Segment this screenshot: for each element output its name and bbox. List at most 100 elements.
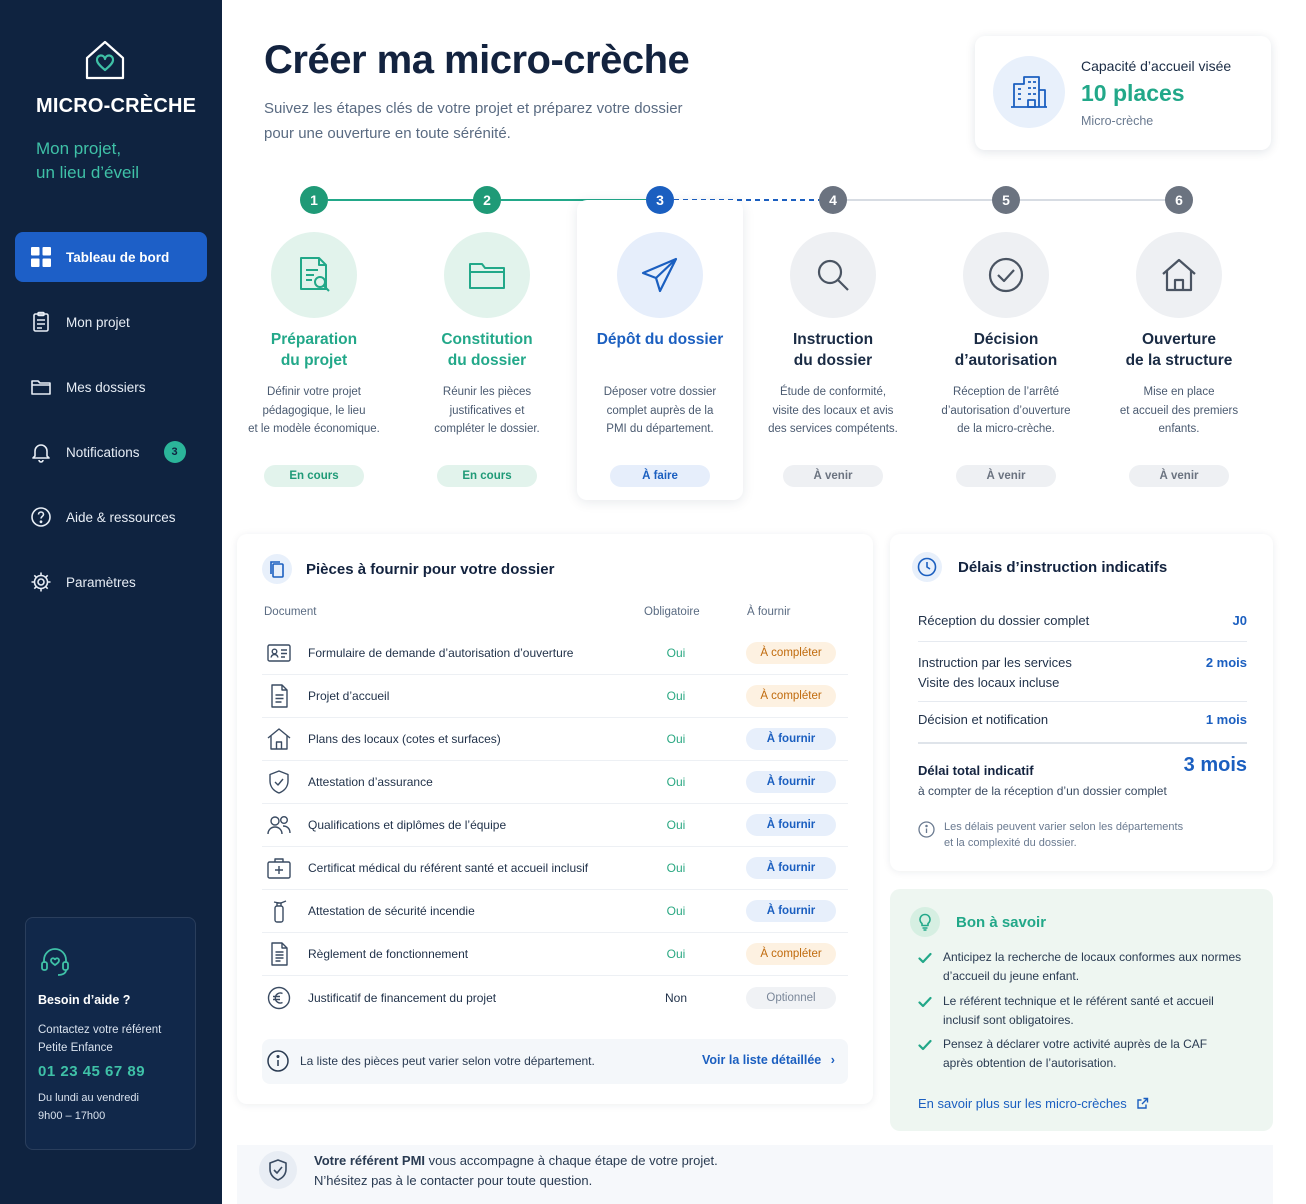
step-title-line-2: de la structure xyxy=(1125,352,1233,369)
check-icon xyxy=(918,996,932,1008)
document-status-badge[interactable]: À compléter xyxy=(746,943,836,965)
step-number: 5 xyxy=(992,186,1020,214)
pmi-text: Votre référent PMI vous accompagne à cha… xyxy=(314,1151,718,1191)
step-description-line-2: justificatives et xyxy=(449,404,525,417)
document-status-badge[interactable]: À compléter xyxy=(746,685,836,707)
document-status-badge[interactable]: À fournir xyxy=(746,857,836,879)
document-name: Certificat médical du référent santé et … xyxy=(308,861,589,875)
tips-title: Bon à savoir xyxy=(956,913,1047,931)
step-decision[interactable]: 5 Décision d’autorisation Réception de l’… xyxy=(923,186,1089,510)
sidebar-item-label: Aide & ressources xyxy=(66,509,176,525)
step-description-line-3: des services compétents. xyxy=(768,423,898,435)
documents-footer-text: La liste des pièces peut varier selon vo… xyxy=(300,1054,595,1068)
documents-card: Pièces à fournir pour votre dossier Docu… xyxy=(237,534,873,1104)
tips-card: Bon à savoir Anticipez la recherche de l… xyxy=(890,889,1273,1131)
document-status-badge[interactable]: À fournir xyxy=(746,771,836,793)
capacity-label: Capacité d’accueil visée xyxy=(1081,58,1232,74)
document-status-badge[interactable]: À fournir xyxy=(746,900,836,922)
step-number: 4 xyxy=(819,186,847,214)
step-depot[interactable]: 3 Dépôt du dossier Déposer votre dossier… xyxy=(577,186,743,510)
external-link-icon xyxy=(1137,1097,1149,1109)
check-icon xyxy=(918,952,932,964)
step-status-badge: À venir xyxy=(1129,465,1229,487)
sidebar-item-folders[interactable]: Mes dossiers xyxy=(15,362,207,412)
detailed-list-link[interactable]: Voir la liste détaillée › xyxy=(702,1053,835,1067)
delay-sublabel: Visite des locaux incluse xyxy=(918,675,1060,690)
table-row[interactable]: Formulaire de demande d’autorisation d’o… xyxy=(262,632,848,675)
shield-check-icon xyxy=(259,1151,297,1189)
sidebar-item-project[interactable]: Mon projet xyxy=(15,297,207,347)
delay-total-sublabel: à compter de la réception d’un dossier c… xyxy=(918,784,1167,798)
step-description-line-1: Définir votre projet xyxy=(267,386,361,398)
step-status-badge: En cours xyxy=(264,465,364,487)
step-title-line-1: Instruction xyxy=(792,331,874,348)
document-required: Non xyxy=(664,990,687,1005)
tagline: Mon projet, un lieu d’éveil xyxy=(36,137,139,185)
page-title: Créer ma micro-crèche xyxy=(264,38,690,82)
sidebar-item-settings[interactable]: Paramètres xyxy=(15,557,207,607)
delay-row: Instruction par les services Visite des … xyxy=(918,653,1247,693)
delay-row: Décision et notification 1 mois xyxy=(918,710,1247,730)
sidebar-item-dashboard[interactable]: Tableau de bord xyxy=(15,232,207,282)
sidebar-item-help[interactable]: Aide & ressources xyxy=(15,492,207,542)
step-title-line-1: Dépôt du dossier xyxy=(596,331,724,348)
step-title: Décision d’autorisation xyxy=(923,329,1089,371)
document-status-badge[interactable]: Optionnel xyxy=(746,986,836,1009)
house-icon xyxy=(1136,232,1222,318)
delay-label: Réception du dossier complet xyxy=(918,613,1090,628)
table-row[interactable]: Qualifications et diplômes de l’équipe O… xyxy=(262,804,848,847)
step-number: 2 xyxy=(473,186,501,214)
table-row[interactable]: Attestation d’assurance Oui À fournir xyxy=(262,761,848,804)
table-row[interactable]: Règlement de fonctionnement Oui À complé… xyxy=(262,933,848,976)
step-description: Mise en place et accueil des premiers enfa… xyxy=(1096,383,1262,439)
table-row[interactable]: Plans des locaux (cotes et surfaces) Oui… xyxy=(262,718,848,761)
tip-item: Anticipez la recherche de locaux conform… xyxy=(918,948,1253,986)
document-required: Oui xyxy=(666,689,686,703)
step-ouverture[interactable]: 6 Ouverture de la structure Mise en place… xyxy=(1096,186,1262,510)
help-hours: Du lundi au vendredi 9h00 – 17h00 xyxy=(38,1089,139,1125)
document-status-badge[interactable]: À fournir xyxy=(746,814,836,836)
step-status-badge: En cours xyxy=(437,465,537,487)
step-preparation[interactable]: 1 Préparation du projet Définir votre pro… xyxy=(231,186,397,510)
shield-check-icon xyxy=(269,770,289,794)
check-icon xyxy=(918,1039,932,1051)
document-name: Justificatif de financement du projet xyxy=(308,990,497,1005)
info-icon xyxy=(267,1050,289,1072)
table-row[interactable]: Projet d’accueil Oui À compléter xyxy=(262,675,848,718)
delay-value: J0 xyxy=(1232,613,1247,628)
step-instruction[interactable]: 4 Instruction du dossier Étude de conform… xyxy=(750,186,916,510)
table-row[interactable]: Justificatif de financement du projet No… xyxy=(262,976,848,1019)
step-title-line-2: du projet xyxy=(280,352,348,369)
headset-icon xyxy=(41,948,69,976)
magnifier-icon xyxy=(790,232,876,318)
capacity-value: 10 places xyxy=(1081,80,1185,106)
delay-row: Réception du dossier complet J0 xyxy=(918,611,1247,631)
clipboard-icon xyxy=(33,311,49,332)
learn-more-link[interactable]: En savoir plus sur les micro-crèches xyxy=(918,1096,1149,1111)
capacity-type: Micro-crèche xyxy=(1081,114,1154,128)
tip-line-1: Anticipez la recherche de locaux conform… xyxy=(943,950,1242,964)
delays-card: Délais d’instruction indicatifs Réceptio… xyxy=(890,534,1273,871)
tip-line-2: après obtention de l’autorisation. xyxy=(943,1056,1117,1070)
id-card-icon xyxy=(267,644,291,662)
help-text: Contactez votre référent Petite Enfance xyxy=(38,1024,162,1054)
document-status-badge[interactable]: À fournir xyxy=(746,728,836,750)
grid-icon xyxy=(31,247,51,267)
step-constitution[interactable]: 2 Constitution du dossier Réunir les pièc… xyxy=(404,186,570,510)
table-row[interactable]: Certificat médical du référent santé et … xyxy=(262,847,848,890)
step-title-line-2: du dossier xyxy=(447,352,527,369)
help-phone[interactable]: 01 23 45 67 89 xyxy=(38,1063,145,1080)
table-row[interactable]: Attestation de sécurité incendie Oui À f… xyxy=(262,890,848,933)
divider xyxy=(918,742,1247,744)
document-status-badge[interactable]: À compléter xyxy=(746,642,836,664)
sidebar-item-notifications[interactable]: Notifications 3 xyxy=(15,427,207,477)
tagline-line-1: Mon projet, xyxy=(36,139,122,158)
delay-value: 1 mois xyxy=(1205,712,1247,727)
delays-note-line-2: et la complexité du dossier. xyxy=(944,837,1077,849)
step-description-line-2: d’autorisation d’ouverture xyxy=(941,404,1071,417)
column-header-required: Obligatoire xyxy=(644,606,700,618)
learn-more-label: En savoir plus sur les micro-crèches xyxy=(918,1096,1127,1111)
tips-header: Bon à savoir xyxy=(910,907,1046,937)
document-name: Attestation d’assurance xyxy=(308,775,433,789)
document-lines-icon xyxy=(271,942,288,966)
